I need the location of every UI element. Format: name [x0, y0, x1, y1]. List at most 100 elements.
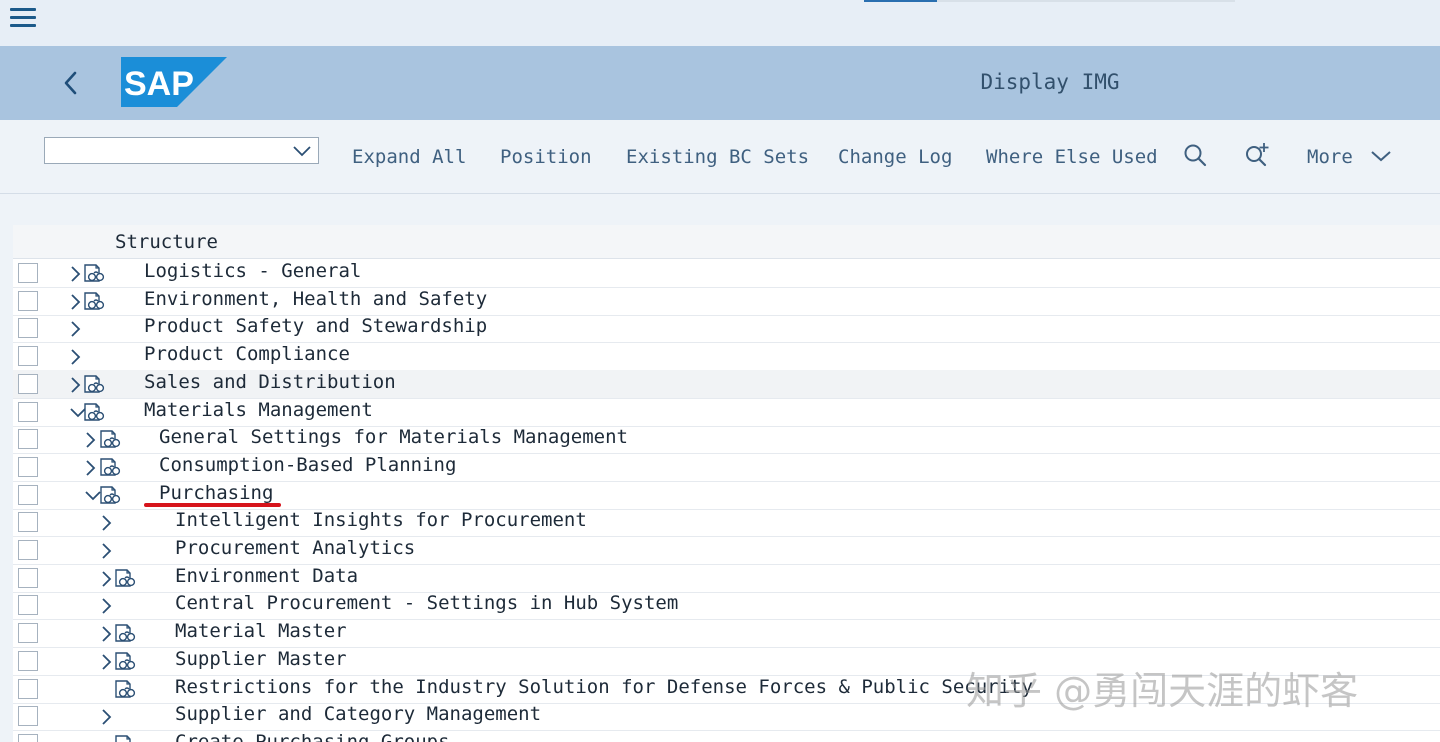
chevron-right-icon[interactable]: [69, 376, 81, 398]
img-activity-icon[interactable]: [98, 456, 124, 482]
row-select-checkbox[interactable]: [18, 401, 38, 422]
tree-row[interactable]: Materials Management: [13, 398, 1440, 427]
row-select-checkbox[interactable]: [18, 456, 38, 477]
img-activity-icon[interactable]: [82, 262, 108, 288]
chevron-right-icon[interactable]: [84, 431, 96, 453]
tree-node-label[interactable]: Logistics - General: [144, 260, 361, 282]
chevron-down-icon: [1371, 151, 1391, 162]
tree-node-label[interactable]: Supplier and Category Management: [175, 703, 541, 725]
tree-row[interactable]: Central Procurement - Settings in Hub Sy…: [13, 591, 1440, 621]
variant-select[interactable]: [44, 137, 319, 164]
tree-node-label[interactable]: Intelligent Insights for Procurement: [175, 509, 587, 531]
tree-row[interactable]: Sales and Distribution: [13, 369, 1440, 399]
row-select-checkbox[interactable]: [18, 678, 38, 699]
chevron-right-icon[interactable]: [100, 625, 112, 647]
search-next-icon[interactable]: [1244, 141, 1272, 169]
tree-row[interactable]: Logistics - General: [13, 259, 1440, 288]
highlight-underline: [144, 502, 281, 507]
chevron-right-icon[interactable]: [100, 542, 112, 564]
tree-row[interactable]: Product Compliance: [13, 342, 1440, 372]
img-activity-icon[interactable]: [113, 733, 139, 742]
chevron-right-icon[interactable]: [100, 514, 112, 536]
tree-node-label[interactable]: Consumption-Based Planning: [159, 454, 456, 476]
existing-bc-sets-button[interactable]: Existing BC Sets: [626, 146, 809, 168]
more-label: More: [1307, 146, 1353, 168]
position-button[interactable]: Position: [500, 146, 592, 168]
expand-all-button[interactable]: Expand All: [352, 146, 466, 168]
chevron-right-icon[interactable]: [100, 653, 112, 675]
tab-indicator: [937, 0, 1235, 2]
tree-row[interactable]: Supplier Master: [13, 647, 1440, 676]
tree-node-label[interactable]: Central Procurement - Settings in Hub Sy…: [175, 592, 678, 614]
chevron-right-icon[interactable]: [69, 320, 81, 342]
img-structure-tree: Structure Logistics - General Environment…: [13, 225, 1440, 742]
hamburger-menu-icon[interactable]: [10, 8, 38, 30]
img-activity-icon[interactable]: [113, 650, 139, 676]
tree-node-label[interactable]: Procurement Analytics: [175, 537, 415, 559]
tree-row[interactable]: Procurement Analytics: [13, 536, 1440, 565]
more-button[interactable]: More: [1307, 146, 1392, 168]
chevron-right-icon[interactable]: [100, 570, 112, 592]
chevron-right-icon[interactable]: [84, 459, 96, 481]
img-activity-icon[interactable]: [98, 428, 124, 454]
row-select-checkbox[interactable]: [18, 623, 38, 644]
row-select-checkbox[interactable]: [18, 373, 38, 394]
row-select-checkbox[interactable]: [18, 318, 38, 339]
tree-row[interactable]: Environment, Health and Safety: [13, 287, 1440, 316]
row-select-checkbox[interactable]: [18, 346, 38, 367]
row-select-checkbox[interactable]: [18, 290, 38, 311]
toolbar: Expand All Position Existing BC Sets Cha…: [0, 120, 1440, 194]
tree-node-label[interactable]: Sales and Distribution: [144, 371, 396, 393]
img-activity-icon[interactable]: [82, 373, 108, 399]
tree-row[interactable]: Material Master: [13, 619, 1440, 649]
tree-node-label[interactable]: Restrictions for the Industry Solution f…: [175, 676, 1033, 698]
row-select-checkbox[interactable]: [18, 429, 38, 450]
row-select-checkbox[interactable]: [18, 733, 38, 742]
chevron-right-icon[interactable]: [69, 348, 81, 370]
back-icon[interactable]: [58, 68, 84, 98]
tree-row[interactable]: Intelligent Insights for Procurement: [13, 508, 1440, 538]
tree-row[interactable]: Product Safety and Stewardship: [13, 314, 1440, 344]
row-select-checkbox[interactable]: [18, 484, 38, 505]
row-select-checkbox[interactable]: [18, 540, 38, 560]
img-activity-icon[interactable]: [113, 622, 139, 648]
tree-node-label[interactable]: Environment Data: [175, 565, 358, 587]
where-else-used-button[interactable]: Where Else Used: [986, 146, 1158, 168]
img-activity-icon[interactable]: [82, 401, 108, 427]
tree-row[interactable]: Purchasing: [13, 481, 1440, 510]
row-select-checkbox[interactable]: [18, 567, 38, 588]
tree-node-label[interactable]: Create Purchasing Groups: [175, 731, 450, 742]
chevron-right-icon[interactable]: [69, 293, 81, 315]
img-activity-icon[interactable]: [98, 484, 124, 510]
tree-node-label[interactable]: General Settings for Materials Managemen…: [159, 426, 628, 448]
tree-row[interactable]: Restrictions for the Industry Solution f…: [13, 675, 1440, 704]
shell-header: SAP Display IMG: [0, 46, 1440, 120]
tree-row[interactable]: Consumption-Based Planning: [13, 453, 1440, 482]
tree-row[interactable]: Supplier and Category Management: [13, 702, 1440, 732]
row-select-checkbox[interactable]: [18, 595, 38, 616]
row-select-checkbox[interactable]: [18, 512, 38, 533]
img-activity-icon[interactable]: [113, 567, 139, 593]
tree-node-label[interactable]: Material Master: [175, 620, 347, 642]
chevron-right-icon[interactable]: [100, 597, 112, 619]
tree-node-label[interactable]: Supplier Master: [175, 648, 347, 670]
tree-node-label[interactable]: Product Safety and Stewardship: [144, 315, 487, 337]
tree-node-label[interactable]: Environment, Health and Safety: [144, 288, 487, 310]
row-select-checkbox[interactable]: [18, 263, 38, 283]
chevron-right-icon[interactable]: [69, 265, 81, 287]
chevron-right-icon[interactable]: [100, 708, 112, 730]
tree-node-label[interactable]: Product Compliance: [144, 343, 350, 365]
tree-header: Structure: [13, 225, 1440, 259]
tree-row[interactable]: Environment Data: [13, 564, 1440, 593]
tree-row[interactable]: Create Purchasing Groups: [13, 730, 1440, 742]
change-log-button[interactable]: Change Log: [838, 146, 952, 168]
tree-node-label[interactable]: Purchasing: [159, 482, 273, 504]
row-select-checkbox[interactable]: [18, 650, 38, 671]
img-activity-icon[interactable]: [113, 678, 139, 704]
img-activity-icon[interactable]: [82, 290, 108, 316]
search-icon[interactable]: [1183, 143, 1209, 169]
tree-node-label[interactable]: Materials Management: [144, 399, 373, 421]
page-title: Display IMG: [980, 70, 1120, 94]
tree-row[interactable]: General Settings for Materials Managemen…: [13, 425, 1440, 455]
row-select-checkbox[interactable]: [18, 706, 38, 727]
